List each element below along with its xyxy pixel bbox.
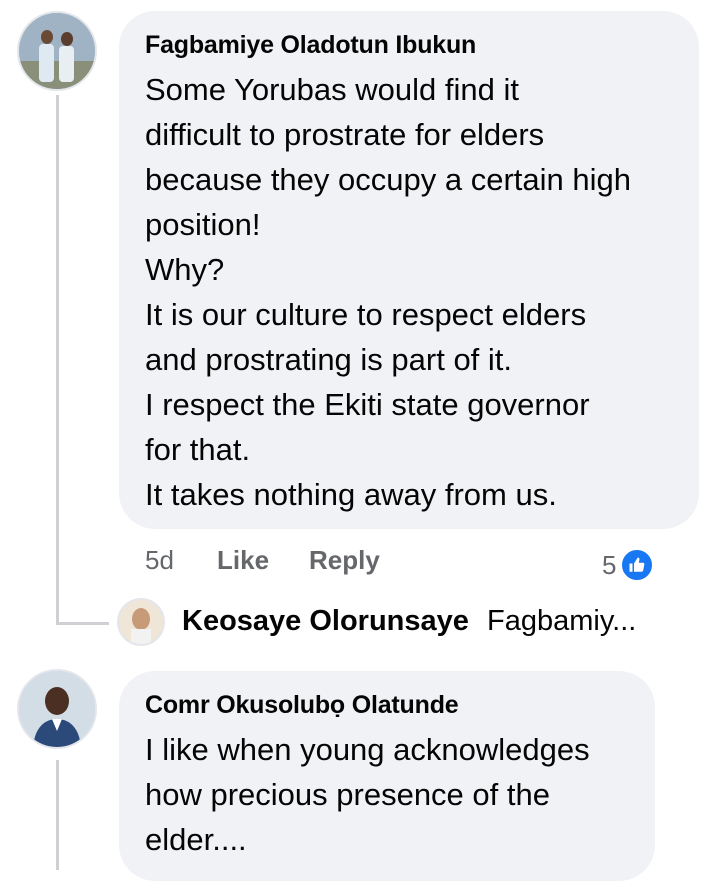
thread-line: [56, 95, 59, 625]
reply-preview[interactable]: Keosaye Olorunsaye Fagbamiy...: [182, 605, 636, 638]
avatar[interactable]: [117, 598, 165, 646]
like-icon: [620, 548, 655, 582]
comment-actions: 5d Like Reply: [145, 545, 380, 581]
comment-bubble: Fagbamiye Oladotun Ibukun Some Yorubas w…: [119, 11, 699, 529]
thread-line-branch: [56, 622, 109, 625]
comment-text: I like when young acknowledges how preci…: [145, 732, 590, 857]
comment-timestamp[interactable]: 5d: [145, 545, 217, 581]
comment-author[interactable]: Fagbamiye Oladotun Ibukun: [145, 29, 673, 61]
reply-button[interactable]: Reply: [309, 545, 380, 581]
comment-bubble: Comr Okusolubọ Olatunde I like when youn…: [119, 671, 655, 881]
comment-author[interactable]: Comr Okusolubọ Olatunde: [145, 689, 629, 721]
avatar[interactable]: [17, 11, 97, 91]
avatar[interactable]: [17, 669, 97, 749]
reaction-summary[interactable]: 5: [602, 548, 655, 582]
reaction-count: 5: [602, 549, 617, 580]
comment-text: Some Yorubas would find it difficult to …: [145, 72, 631, 512]
reply-author[interactable]: Keosaye Olorunsaye: [182, 605, 469, 637]
reply-snippet: Fagbamiy...: [486, 605, 637, 637]
like-button[interactable]: Like: [217, 545, 309, 581]
thread-line: [56, 760, 59, 870]
